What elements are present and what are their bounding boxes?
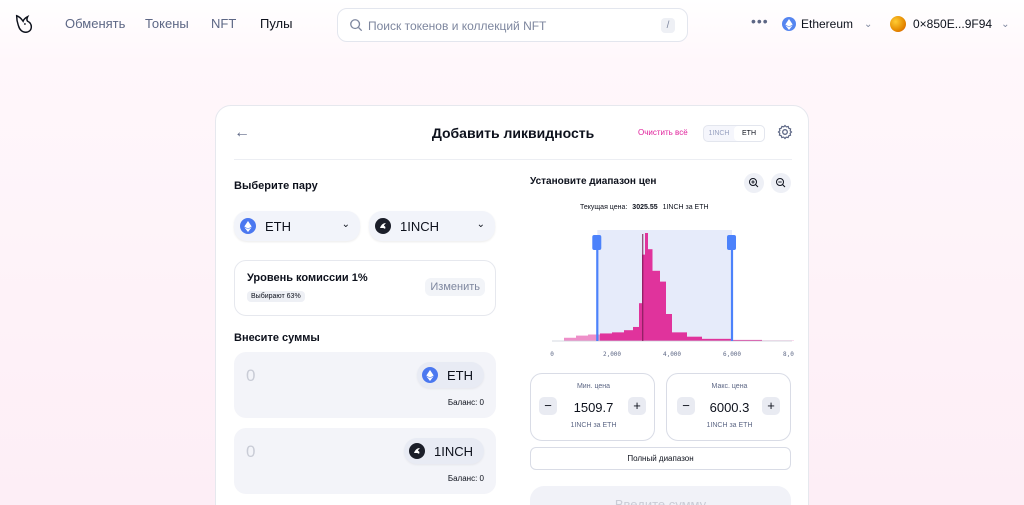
ethereum-icon (240, 218, 256, 234)
liquidity-chart[interactable]: 0 2,000 4,000 6,000 8,000 (546, 228, 794, 368)
x-tick-label: 0 (550, 351, 554, 358)
liquidity-bar (652, 270, 660, 341)
min-range-handle[interactable] (592, 235, 602, 250)
liquidity-bar (576, 335, 588, 341)
liquidity-bar (633, 326, 639, 341)
nav-pools[interactable]: Пулы (260, 16, 293, 31)
nav-swap[interactable]: Обменять (65, 16, 125, 31)
increment-max-button[interactable]: + (762, 397, 780, 415)
fee-tier-title: Уровень комиссии 1% (247, 272, 368, 284)
min-price-unit: 1INCH за ETH (570, 422, 617, 429)
nav-tokens[interactable]: Токены (145, 16, 189, 31)
top-nav: Обменять Токены NFT Пулы Поиск токенов и… (0, 0, 1024, 48)
token-a-symbol: ETH (265, 218, 291, 234)
chevron-down-icon: ⌄ (1001, 18, 1010, 30)
x-tick-label: 8,000 (783, 351, 794, 358)
current-price-caption: Текущая цена: (580, 204, 628, 211)
deposit-input-1inch[interactable]: 0 1INCH Баланс: 0 (234, 428, 496, 494)
token-order-toggle[interactable]: 1INCH ETH (703, 125, 765, 142)
liquidity-bar (624, 330, 633, 341)
amount-input[interactable]: 0 (246, 442, 255, 462)
toggle-option-1inch[interactable]: 1INCH (704, 126, 734, 141)
price-range-title: Установите диапазон цен (530, 176, 657, 187)
chevron-down-icon: ⌄ (476, 219, 485, 230)
search-input[interactable]: Поиск токенов и коллекций NFT (368, 19, 546, 33)
token-b-symbol: 1INCH (400, 218, 440, 234)
fee-selected-badge: Выбирают 63% (247, 291, 305, 302)
more-menu-button[interactable]: ••• (751, 13, 769, 29)
x-tick-label: 4,000 (663, 351, 681, 358)
liquidity-bar (687, 336, 702, 341)
add-liquidity-card: ← Добавить ликвидность Очистить всё 1INC… (215, 105, 809, 505)
token-symbol: ETH (447, 367, 473, 383)
back-arrow-icon[interactable]: ← (234, 124, 250, 142)
token-pill: ETH (417, 362, 484, 388)
select-pair-title: Выберите пару (234, 180, 318, 192)
balance-label: Баланс: 0 (447, 474, 484, 483)
nav-nft[interactable]: NFT (211, 16, 236, 31)
1inch-icon (408, 443, 425, 459)
liquidity-bar (600, 333, 612, 341)
current-price-value: 3025.55 (632, 204, 658, 211)
zoom-out-button[interactable] (771, 173, 791, 193)
chain-name: Ethereum (801, 17, 854, 31)
balance-label: Баланс: 0 (447, 398, 484, 407)
deposit-input-eth[interactable]: 0 ETH Баланс: 0 (234, 352, 496, 418)
token-symbol: 1INCH (433, 443, 473, 459)
min-price-box: Мин. цена − 1509.7 + 1INCH за ETH (530, 373, 655, 441)
token-a-select[interactable]: ETH ⌄ (234, 211, 360, 241)
toggle-option-eth[interactable]: ETH (734, 126, 764, 141)
chevron-down-icon: ⌄ (341, 219, 350, 230)
liquidity-bar (672, 332, 687, 341)
max-price-label: Макс. цена (711, 383, 748, 390)
current-price-unit: 1INCH за ETH (662, 204, 709, 211)
liquidity-bar (639, 303, 642, 341)
x-tick-label: 2,000 (603, 351, 621, 358)
deposit-amounts-title: Внесите суммы (234, 332, 320, 344)
change-fee-button[interactable]: Изменить (425, 278, 485, 296)
search-bar[interactable]: Поиск токенов и коллекций NFT / (337, 8, 688, 42)
fee-tier-panel: Уровень комиссии 1% Выбирают 63% Изменит… (234, 260, 496, 316)
chevron-down-icon: ⌄ (864, 18, 873, 30)
max-price-box: Макс. цена − 6000.3 + 1INCH за ETH (666, 373, 791, 441)
liquidity-bar (666, 314, 672, 341)
liquidity-bar (564, 337, 576, 341)
liquidity-bar (648, 249, 653, 341)
max-range-handle[interactable] (727, 235, 737, 250)
wallet-avatar (890, 16, 906, 32)
liquidity-bar (660, 281, 666, 341)
zoom-in-button[interactable] (744, 173, 764, 193)
1inch-icon (375, 218, 391, 234)
amount-input[interactable]: 0 (246, 366, 255, 386)
liquidity-bar (645, 233, 648, 341)
ethereum-icon (782, 17, 796, 31)
current-price-label: Текущая цена: 3025.55 1INCH за ETH (580, 204, 709, 211)
chain-selector[interactable]: Ethereum ⌄ (782, 14, 872, 34)
submit-button[interactable]: Введите сумму (530, 486, 791, 505)
max-price-unit: 1INCH за ETH (706, 422, 753, 429)
search-icon (350, 19, 363, 32)
wallet-button[interactable]: 0×850E...9F94 ⌄ (890, 14, 1009, 34)
header-divider (234, 159, 792, 160)
token-pill: 1INCH (403, 438, 484, 464)
full-range-button[interactable]: Полный диапазон (530, 447, 791, 470)
token-b-select[interactable]: 1INCH ⌄ (369, 211, 495, 241)
uniswap-logo-icon[interactable] (13, 13, 35, 35)
wallet-address: 0×850E...9F94 (913, 17, 993, 31)
zoom-in-icon (749, 178, 759, 188)
increment-min-button[interactable]: + (628, 397, 646, 415)
ethereum-icon (422, 367, 438, 383)
min-price-label: Мин. цена (576, 383, 611, 390)
clear-all-button[interactable]: Очистить всё (638, 128, 688, 137)
zoom-out-icon (776, 178, 786, 188)
gear-icon[interactable] (777, 124, 793, 140)
x-tick-label: 6,000 (723, 351, 741, 358)
liquidity-bar (612, 332, 624, 341)
search-shortcut-badge: / (661, 18, 675, 33)
